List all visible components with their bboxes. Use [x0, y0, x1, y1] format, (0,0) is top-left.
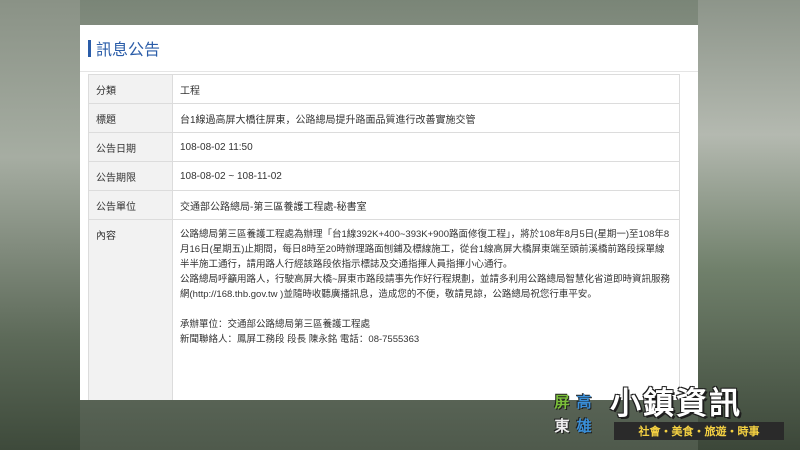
- title-accent-bar: [88, 39, 91, 57]
- announcement-panel: 訊息公告 分類 工程 標題 台1線過高屏大橋往屏東，公路總局提升路面品質進行改善…: [80, 25, 698, 400]
- brand-tagline: 社會・美食・旅遊・時事: [614, 422, 784, 440]
- row-label: 公告日期: [88, 132, 173, 162]
- region-badge: 屏 高 東 雄: [550, 386, 600, 444]
- background-right: [698, 0, 800, 450]
- row-label: 公告單位: [88, 190, 173, 220]
- table-row-title: 標題 台1線過高屏大橋往屏東，公路總局提升路面品質進行改善實施交管: [88, 103, 680, 133]
- region-char-ping: 屏: [554, 392, 570, 411]
- region-char-gao: 高: [576, 392, 592, 411]
- row-value: 108-08-02 11:50: [172, 132, 680, 162]
- panel-header: 訊息公告: [80, 25, 698, 72]
- row-value: 交通部公路總局-第三區養護工程處-秘書室: [172, 190, 680, 220]
- table-row-content: 內容 公路總局第三區養護工程處為辦理「台1線392K+400~393K+900路…: [88, 219, 680, 400]
- table-row-unit: 公告單位 交通部公路總局-第三區養護工程處-秘書室: [88, 190, 680, 220]
- panel-title: 訊息公告: [96, 42, 161, 59]
- region-char-xiong: 雄: [576, 416, 592, 435]
- row-label: 內容: [88, 219, 173, 400]
- brand-name: 小鎮資訊: [610, 386, 742, 422]
- table-row-category: 分類 工程: [88, 74, 680, 104]
- announcement-table: 分類 工程 標題 台1線過高屏大橋往屏東，公路總局提升路面品質進行改善實施交管 …: [88, 74, 680, 400]
- row-label: 標題: [88, 103, 173, 133]
- region-char-dong: 東: [554, 416, 570, 435]
- background-left: [0, 0, 80, 450]
- row-value: 公路總局第三區養護工程處為辦理「台1線392K+400~393K+900路面修復…: [172, 219, 680, 400]
- table-row-period: 公告期限 108-08-02 ~ 108-11-02: [88, 161, 680, 191]
- row-value: 台1線過高屏大橋往屏東，公路總局提升路面品質進行改善實施交管: [172, 103, 680, 133]
- row-label: 分類: [88, 74, 173, 104]
- row-value: 工程: [172, 74, 680, 104]
- table-row-date: 公告日期 108-08-02 11:50: [88, 132, 680, 162]
- row-value: 108-08-02 ~ 108-11-02: [172, 161, 680, 191]
- content-text: 公路總局第三區養護工程處為辦理「台1線392K+400~393K+900路面修復…: [180, 229, 671, 345]
- brand-logo: 屏 高 東 雄 小鎮資訊 社會・美食・旅遊・時事: [550, 386, 790, 444]
- row-label: 公告期限: [88, 161, 173, 191]
